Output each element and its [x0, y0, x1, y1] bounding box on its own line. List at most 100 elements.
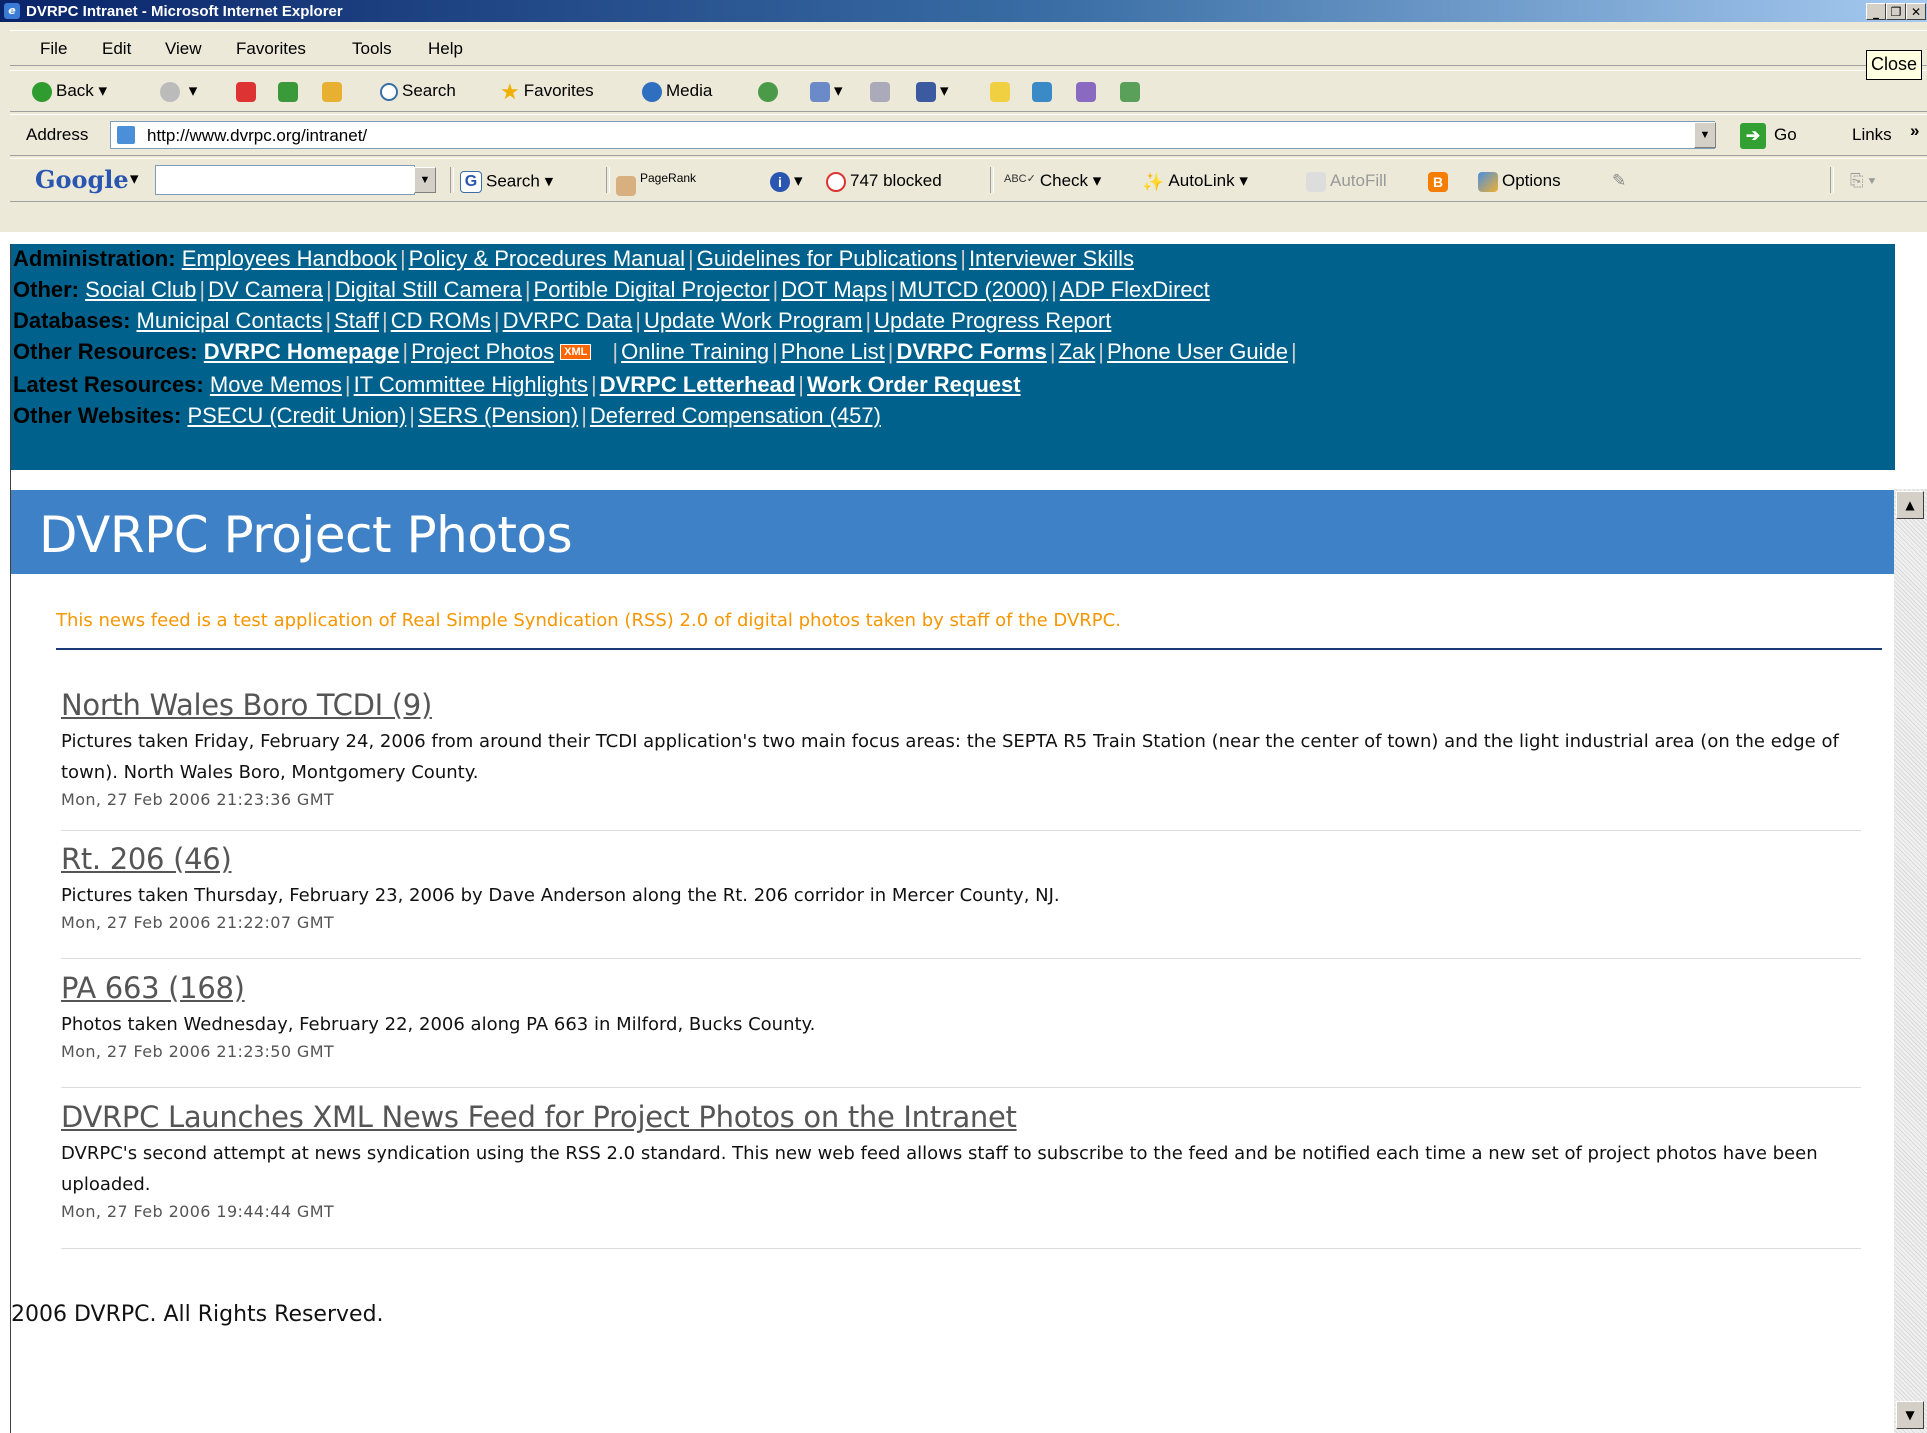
nav-link-dvrpc-data[interactable]: DVRPC Data	[503, 308, 633, 333]
go-button[interactable]: Go	[1774, 125, 1797, 145]
nav-link-digital-still-camera[interactable]: Digital Still Camera	[335, 277, 522, 302]
mail-button[interactable]: ▾	[810, 81, 843, 102]
pagerank-icon	[616, 175, 636, 196]
page-title-band: DVRPC Project Photos	[11, 490, 1895, 574]
nav-link-adp-flexdirect[interactable]: ADP FlexDirect	[1060, 277, 1210, 302]
menu-view[interactable]: View	[165, 39, 202, 59]
close-button[interactable]: ✕	[1906, 3, 1926, 20]
nav-link-deferred-compensation[interactable]: Deferred Compensation (457)	[590, 403, 881, 428]
feed-item-title[interactable]: PA 663 (168)	[61, 971, 1861, 1005]
research-button[interactable]	[1076, 81, 1100, 102]
feed-item-title[interactable]: Rt. 206 (46)	[61, 842, 1861, 876]
address-input[interactable]: http://www.dvrpc.org/intranet/	[110, 121, 1715, 149]
nav-link-dot-maps[interactable]: DOT Maps	[781, 277, 887, 302]
edit-button[interactable]: ▾	[916, 81, 949, 102]
home-button[interactable]	[322, 81, 346, 102]
google-logo[interactable]: Google	[35, 165, 129, 194]
nav-link-mutcd[interactable]: MUTCD (2000)	[899, 277, 1048, 302]
info-button[interactable]: i ▾	[770, 171, 803, 192]
highlighter-icon[interactable]: ✎	[1612, 171, 1626, 191]
nav-link-move-memos[interactable]: Move Memos	[210, 372, 342, 397]
menu-favorites[interactable]: Favorites	[236, 39, 306, 59]
restore-button[interactable]: ❐	[1886, 3, 1906, 20]
autolink-button[interactable]: ✨ AutoLink ▾	[1142, 171, 1248, 192]
nav-link-update-progress-report[interactable]: Update Progress Report	[874, 308, 1111, 333]
nav-link-project-photos[interactable]: Project Photos	[411, 339, 554, 364]
feed-item: Rt. 206 (46) Pictures taken Thursday, Fe…	[61, 842, 1861, 959]
menu-tools[interactable]: Tools	[352, 39, 392, 59]
menu-file[interactable]: File	[40, 39, 67, 59]
messenger-button[interactable]	[1032, 81, 1056, 102]
blogger-button[interactable]: B	[1428, 171, 1452, 192]
menu-help[interactable]: Help	[428, 39, 463, 59]
nav-link-staff[interactable]: Staff	[334, 308, 379, 333]
menu-edit[interactable]: Edit	[102, 39, 131, 59]
nav-link-guidelines-publications[interactable]: Guidelines for Publications	[697, 246, 957, 271]
note-icon	[990, 81, 1010, 102]
nav-link-update-work-program[interactable]: Update Work Program	[644, 308, 862, 333]
google-search-button[interactable]: G Search ▾	[460, 171, 553, 193]
nav-link-dv-camera[interactable]: DV Camera	[208, 277, 323, 302]
nav-link-it-committee[interactable]: IT Committee Highlights	[354, 372, 588, 397]
back-button[interactable]: Back ▾	[32, 81, 107, 102]
feed-item-date: Mon, 27 Feb 2006 21:23:50 GMT	[61, 1042, 335, 1061]
nav-link-online-training[interactable]: Online Training	[621, 339, 769, 364]
feed-item-title[interactable]: DVRPC Launches XML News Feed for Project…	[61, 1100, 1861, 1134]
address-dropdown-button[interactable]: ▼	[1694, 122, 1716, 148]
nav-link-psecu[interactable]: PSECU (Credit Union)	[187, 403, 406, 428]
nav-link-projector[interactable]: Portible Digital Projector	[534, 277, 770, 302]
google-search-input[interactable]	[155, 165, 415, 195]
vertical-scrollbar[interactable]: ▲ ▼	[1894, 489, 1927, 1433]
links-button[interactable]: Links	[1852, 125, 1892, 145]
scroll-up-icon[interactable]: ▲	[1896, 491, 1924, 519]
chevron-down-icon[interactable]: ▾	[130, 169, 139, 189]
xml-feed-badge[interactable]: XML	[560, 344, 592, 360]
page-content: Administration: Employees Handbook | Polic…	[10, 244, 1895, 1433]
description-divider	[56, 648, 1882, 650]
search-button[interactable]: Search	[380, 81, 456, 101]
chevron-right-icon[interactable]: »	[1910, 121, 1919, 141]
globe-icon	[642, 81, 662, 102]
messenger-icon	[1032, 81, 1052, 102]
feed-item-description: Pictures taken Thursday, February 23, 20…	[61, 885, 1060, 906]
feed-item-description: DVRPC's second attempt at news syndicati…	[61, 1143, 1818, 1195]
nav-link-municipal-contacts[interactable]: Municipal Contacts	[137, 308, 323, 333]
tool-button[interactable]	[1120, 81, 1144, 102]
word-icon	[916, 81, 936, 102]
nav-link-dvrpc-letterhead[interactable]: DVRPC Letterhead	[600, 372, 796, 397]
go-arrow-icon[interactable]: ➔	[1740, 123, 1766, 149]
nav-link-cd-roms[interactable]: CD ROMs	[391, 308, 491, 333]
nav-link-zak[interactable]: Zak	[1059, 339, 1096, 364]
nav-link-social-club[interactable]: Social Club	[85, 277, 196, 302]
stop-button[interactable]	[236, 81, 260, 102]
forward-button[interactable]: ▾	[160, 81, 197, 102]
nav-link-work-order-request[interactable]: Work Order Request	[807, 372, 1021, 397]
nav-link-dvrpc-forms[interactable]: DVRPC Forms	[896, 339, 1046, 364]
history-button[interactable]	[758, 81, 782, 102]
minimize-button[interactable]: _	[1866, 3, 1886, 20]
nav-link-interviewer-skills[interactable]: Interviewer Skills	[969, 246, 1134, 271]
nav-category-other: Other:	[13, 277, 79, 302]
nav-link-phone-list[interactable]: Phone List	[781, 339, 885, 364]
pagerank-button[interactable]: PageRank	[616, 171, 696, 196]
nav-link-phone-user-guide[interactable]: Phone User Guide	[1107, 339, 1288, 364]
feed-item: PA 663 (168) Photos taken Wednesday, Feb…	[61, 971, 1861, 1088]
translate-icon[interactable]: ⎘ ▾	[1850, 171, 1875, 191]
print-button[interactable]	[870, 81, 894, 102]
nav-link-dvrpc-homepage[interactable]: DVRPC Homepage	[204, 339, 400, 364]
info-icon: i	[770, 171, 790, 192]
favorites-button[interactable]: ★ Favorites	[500, 80, 594, 102]
options-button[interactable]: Options	[1478, 171, 1561, 192]
nav-link-employees-handbook[interactable]: Employees Handbook	[182, 246, 397, 271]
discuss-button[interactable]	[990, 81, 1014, 102]
spell-check-button[interactable]: ABC✓ Check ▾	[1004, 171, 1101, 192]
nav-link-policy-manual[interactable]: Policy & Procedures Manual	[409, 246, 685, 271]
popup-blocker-button[interactable]: 747 blocked	[826, 171, 942, 192]
scroll-down-icon[interactable]: ▼	[1896, 1401, 1924, 1429]
google-search-dropdown[interactable]: ▼	[414, 167, 436, 193]
media-button[interactable]: Media	[642, 81, 712, 102]
autofill-button[interactable]: AutoFill	[1306, 171, 1387, 192]
refresh-button[interactable]	[278, 81, 302, 102]
nav-link-sers[interactable]: SERS (Pension)	[418, 403, 578, 428]
feed-item-title[interactable]: North Wales Boro TCDI (9)	[61, 688, 1861, 722]
